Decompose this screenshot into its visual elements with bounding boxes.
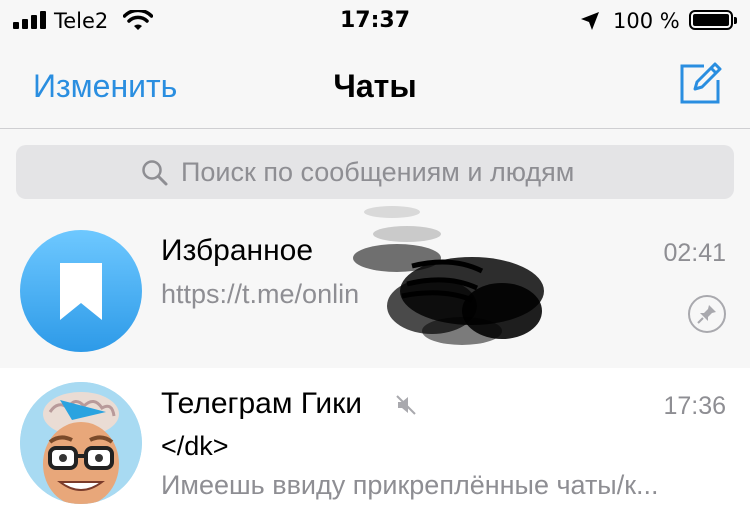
- chat-list: Избранное 02:41 https://t.me/onlin Телег…: [0, 206, 750, 513]
- geek-face-icon: [20, 382, 142, 504]
- location-arrow-icon: [581, 12, 599, 30]
- chat-row-telegram-geeks[interactable]: Телеграм Гики 17:36 </dk> Имеешь ввиду п…: [0, 368, 750, 513]
- mute-icon: [396, 395, 416, 415]
- search-icon: [142, 160, 168, 186]
- status-bar: Tele2 17:37 100 %: [0, 0, 750, 42]
- chat-sender: </dk>: [161, 431, 229, 461]
- chat-time: 17:36: [663, 392, 726, 420]
- chat-preview: https://t.me/onlin: [161, 279, 360, 309]
- battery-percent: 100 %: [613, 9, 680, 33]
- navigation-bar: Изменить Чаты: [0, 42, 750, 129]
- chat-name: Телеграм Гики: [161, 387, 362, 420]
- compose-icon[interactable]: [678, 60, 724, 106]
- redaction-scribble: [353, 206, 544, 345]
- chat-time: 02:41: [663, 239, 726, 267]
- bookmark-icon: [60, 263, 102, 320]
- chat-name: Избранное: [161, 234, 314, 267]
- page-title: Чаты: [333, 68, 417, 104]
- pin-icon: [688, 295, 726, 333]
- search-placeholder: Поиск по сообщениям и людям: [181, 157, 575, 187]
- cartoon-avatar: [20, 382, 142, 504]
- saved-messages-avatar: [20, 230, 142, 352]
- chat-preview: Имеешь ввиду прикреплённые чаты/к...: [161, 470, 659, 500]
- battery-icon: [689, 10, 737, 30]
- search-input[interactable]: Поиск по сообщениям и людям: [16, 145, 734, 199]
- chat-row-saved-messages[interactable]: Избранное 02:41 https://t.me/onlin: [0, 206, 750, 368]
